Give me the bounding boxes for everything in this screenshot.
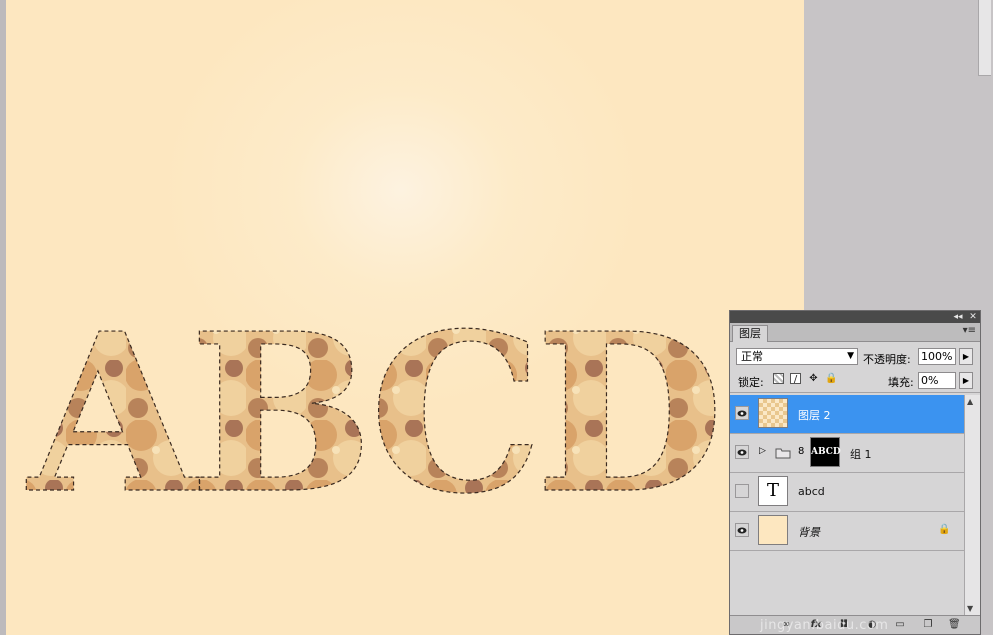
opacity-label: 不透明度: [863,353,911,366]
move-icon[interactable]: ✥ [808,373,819,384]
eye-icon[interactable] [735,523,749,537]
expand-triangle-icon[interactable]: ▷ [759,446,766,456]
opacity-input[interactable]: 100% [918,348,956,365]
lock-icon: 🔒 [938,524,951,535]
panel-tabbar: 图层 ▾≡ [730,323,980,342]
blend-mode-value: 正常 [741,350,763,363]
layer-list: 图层 2 ▷ 8 ABCD 组 1 T abcd 背景 🔒 [730,395,964,615]
lock-row: 锁定: / ✥ 🔒 填充: 0% ▶ [730,368,980,393]
blend-row: 正常 ▼ 不透明度: 100% ▶ [730,342,980,368]
eye-icon[interactable] [735,406,749,420]
scroll-down-icon[interactable]: ▼ [967,604,973,613]
layer-row-abcd[interactable]: T abcd [730,473,964,512]
link-icon: 8 [798,446,805,457]
layer-list-scrollbar[interactable]: ▲ ▼ [964,395,980,615]
layer-name[interactable]: abcd [798,485,825,498]
eye-icon[interactable] [735,445,749,459]
fill-input[interactable]: 0% [918,372,956,389]
fill-slider-button[interactable]: ▶ [959,372,973,389]
document-canvas[interactable]: ABCD [6,0,804,635]
layer-name[interactable]: 组 1 [850,446,872,462]
visibility-toggle[interactable] [735,484,749,498]
panel-titlebar: ◂◂ ✕ [730,311,980,323]
layer-row-background[interactable]: 背景 🔒 [730,512,964,551]
opacity-slider-button[interactable]: ▶ [959,348,973,365]
cookie-text-art: ABCD [25,285,724,542]
collapse-icon[interactable]: ◂◂ [952,311,964,323]
layer-thumbnail [758,398,788,428]
close-icon[interactable]: ✕ [967,311,979,323]
trash-icon[interactable]: 🗑 [948,619,961,631]
chevron-down-icon: ▼ [847,351,854,361]
checker-icon[interactable] [773,373,784,384]
new-group-icon[interactable]: ▭ [894,619,906,631]
document-scrollbar[interactable] [978,0,991,76]
fill-label: 填充: [888,376,914,389]
brush-icon[interactable]: / [790,373,801,385]
layer-thumbnail [758,515,788,545]
canvas-text: ABCD [26,286,716,542]
lock-icon[interactable]: 🔒 [825,373,837,384]
mask-thumbnail: ABCD [810,437,841,467]
watermark: jingyan.baidu.com [760,618,889,633]
layers-panel: ◂◂ ✕ 图层 ▾≡ 正常 ▼ 不透明度: 100% ▶ 锁定: / ✥ 🔒 填… [729,310,981,635]
new-layer-icon[interactable]: ❐ [922,619,934,631]
folder-icon [775,448,791,459]
lock-label: 锁定: [738,376,764,389]
scroll-up-icon[interactable]: ▲ [967,397,973,406]
tab-layers[interactable]: 图层 [732,325,768,342]
blend-mode-select[interactable]: 正常 ▼ [736,348,858,365]
layer-name[interactable]: 图层 2 [798,407,831,423]
layer-name[interactable]: 背景 [798,524,820,540]
text-layer-icon: T [758,476,788,506]
layer-row-2[interactable]: 图层 2 [730,395,964,434]
layer-row-group1[interactable]: ▷ 8 ABCD 组 1 [730,434,964,473]
panel-menu-icon[interactable]: ▾≡ [963,325,976,336]
